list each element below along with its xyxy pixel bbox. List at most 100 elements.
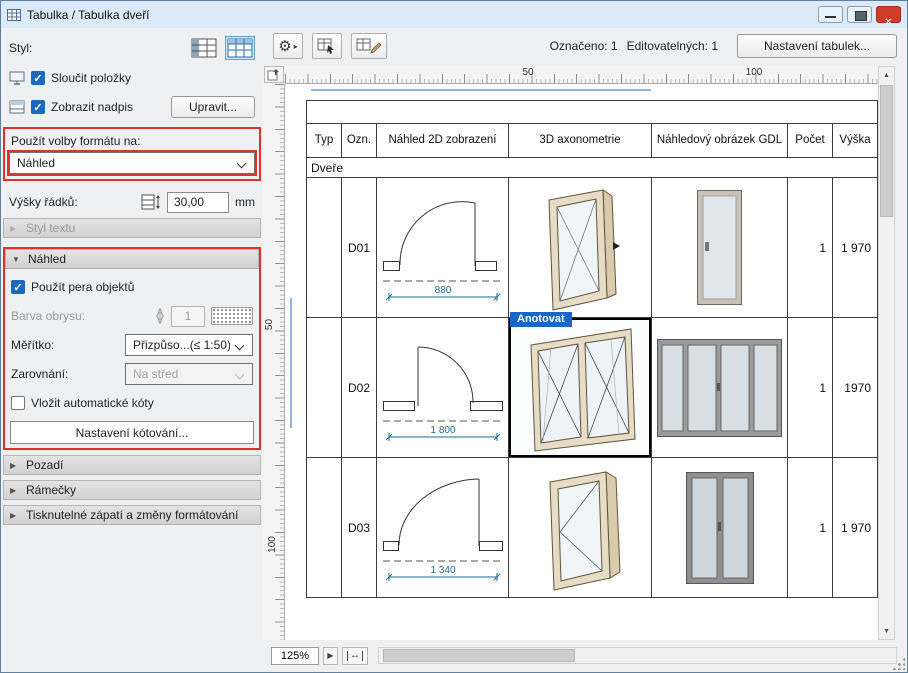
chevron-right-icon: [10, 486, 20, 495]
group-row-dvere[interactable]: Dveře: [307, 158, 877, 178]
show-title-label: Zobrazit nadpis: [51, 100, 133, 114]
cell-typ-d01[interactable]: [307, 178, 342, 318]
auto-dimensions-label: Vložit automatické kóty: [31, 396, 154, 410]
door-3d-drawing: [533, 184, 628, 312]
use-object-pens-checkbox[interactable]: [11, 280, 25, 294]
show-title-checkbox[interactable]: [31, 100, 45, 114]
alignment-label: Zarovnání:: [11, 367, 68, 381]
header-pocet[interactable]: Počet: [788, 124, 833, 158]
cell-gdl-d01[interactable]: [652, 178, 788, 318]
titlebar[interactable]: Tabulka / Tabulka dveří: [1, 1, 907, 28]
pen-pattern-selector[interactable]: [211, 307, 253, 325]
header-ozn[interactable]: Ozn.: [342, 124, 377, 158]
close-button[interactable]: [876, 6, 901, 23]
cell-height-d02[interactable]: 1970: [833, 318, 877, 458]
table-settings-button[interactable]: Nastavení tabulek...: [737, 34, 897, 58]
section-text-style[interactable]: Styl textu: [3, 218, 261, 238]
flyout-arrow-icon: ▸: [294, 42, 298, 51]
door-3d-drawing: [521, 323, 639, 453]
scale-label: Měřítko:: [11, 338, 54, 352]
schedule-table[interactable]: Typ Ozn. Náhled 2D zobrazení 3D axonomet…: [306, 100, 878, 598]
header-gdl[interactable]: Náhledový obrázek GDL: [652, 124, 788, 158]
ruler-origin-button[interactable]: [264, 66, 284, 83]
format-target-select[interactable]: Náhled: [9, 152, 255, 174]
section-footer-label: Tisknutelné zápatí a změny formátování: [26, 508, 238, 522]
section-background[interactable]: Pozadí: [3, 455, 261, 475]
cell-height-d03[interactable]: 1 970: [833, 458, 877, 597]
section-footer[interactable]: Tisknutelné zápatí a změny formátování: [3, 505, 261, 525]
header-2d[interactable]: Náhled 2D zobrazení: [377, 124, 509, 158]
svg-text:1 340: 1 340: [430, 565, 455, 576]
style-compact-button[interactable]: [189, 36, 219, 60]
cell-height-d01[interactable]: 1 970: [833, 178, 877, 318]
door-gdl-preview: [686, 472, 754, 584]
edit-items-button[interactable]: [351, 33, 387, 59]
maximize-button[interactable]: [847, 6, 872, 23]
chevron-right-icon: [10, 461, 20, 470]
select-items-button[interactable]: [312, 33, 342, 59]
cell-count-d01[interactable]: 1: [788, 178, 833, 318]
header-3d[interactable]: 3D axonometrie: [509, 124, 652, 158]
table-style-a-icon: [191, 38, 217, 58]
show-title-icon: [9, 100, 25, 114]
door-3d-drawing: [530, 464, 630, 592]
minimize-button[interactable]: [818, 6, 843, 23]
header-vyska[interactable]: Výška: [833, 124, 877, 158]
cell-gdl-d02[interactable]: [652, 318, 788, 458]
section-preview[interactable]: Náhled: [5, 249, 259, 269]
merge-items-checkbox[interactable]: [31, 71, 45, 85]
annotate-badge[interactable]: Anotovat: [510, 312, 572, 327]
cell-2d-d01[interactable]: 880: [377, 178, 509, 318]
dimension-settings-button[interactable]: Nastavení kótování...: [10, 421, 254, 444]
vertical-scrollbar[interactable]: ▲ ▼: [878, 66, 895, 640]
vertical-ruler[interactable]: 50 100: [263, 84, 285, 640]
pen-number-input[interactable]: [171, 306, 205, 327]
cell-3d-d02-selected[interactable]: [509, 318, 652, 458]
select-table-icon: [317, 38, 337, 54]
style-grid-button[interactable]: [225, 36, 255, 60]
zoom-level-control[interactable]: 125%: [271, 647, 319, 665]
section-text-style-label: Styl textu: [26, 221, 75, 235]
header-typ[interactable]: Typ: [307, 124, 342, 158]
scale-value: Přizpůso...(≤ 1:50): [133, 338, 230, 352]
auto-dimensions-checkbox[interactable]: [11, 396, 25, 410]
section-background-label: Pozadí: [26, 458, 63, 472]
merge-items-icon: [9, 71, 25, 85]
cell-id-d01[interactable]: D01: [342, 178, 377, 318]
section-preview-label: Náhled: [28, 252, 66, 266]
cell-count-d03[interactable]: 1: [788, 458, 833, 597]
horizontal-scrollbar[interactable]: [378, 647, 897, 664]
cell-3d-d01[interactable]: [509, 178, 652, 318]
zoom-menu-button[interactable]: ▶: [323, 647, 338, 665]
cell-count-d02[interactable]: 1: [788, 318, 833, 458]
cell-typ-d03[interactable]: [307, 458, 342, 597]
svg-text:1 800: 1 800: [430, 425, 455, 436]
v-ruler-label-50: 50: [264, 319, 275, 330]
format-target-value: Náhled: [17, 156, 55, 170]
horizontal-scrollbar-thumb[interactable]: [383, 649, 575, 662]
scroll-up-icon[interactable]: ▲: [879, 67, 894, 83]
cell-3d-d03[interactable]: [509, 458, 652, 597]
scale-select[interactable]: Přizpůso...(≤ 1:50): [125, 334, 253, 356]
cell-2d-d03[interactable]: 1 340: [377, 458, 509, 597]
cell-gdl-d03[interactable]: [652, 458, 788, 597]
edit-title-button[interactable]: Upravit...: [171, 96, 255, 118]
scheme-settings-button[interactable]: ⚙ ▸: [273, 33, 303, 59]
vertical-scrollbar-thumb[interactable]: [880, 85, 893, 217]
selection-guide-horizontal: [311, 89, 651, 91]
cell-typ-d02[interactable]: [307, 318, 342, 458]
table-title-strip[interactable]: [307, 101, 877, 124]
alignment-select[interactable]: Na střed: [125, 363, 253, 385]
horizontal-ruler[interactable]: 50 100: [285, 66, 879, 84]
scroll-down-icon[interactable]: ▼: [879, 623, 894, 639]
cell-id-d02[interactable]: D02: [342, 318, 377, 458]
selected-count: Označeno: 1: [550, 39, 618, 53]
row-height-icon[interactable]: [141, 194, 161, 210]
selection-guide-vertical: [290, 298, 292, 428]
cell-2d-d02[interactable]: 1 800: [377, 318, 509, 458]
section-frames[interactable]: Rámečky: [3, 480, 261, 500]
schedule-canvas[interactable]: Typ Ozn. Náhled 2D zobrazení 3D axonomet…: [285, 84, 879, 640]
cell-id-d03[interactable]: D03: [342, 458, 377, 597]
row-height-input[interactable]: [167, 192, 229, 213]
fit-width-button[interactable]: ↔: [342, 647, 368, 665]
